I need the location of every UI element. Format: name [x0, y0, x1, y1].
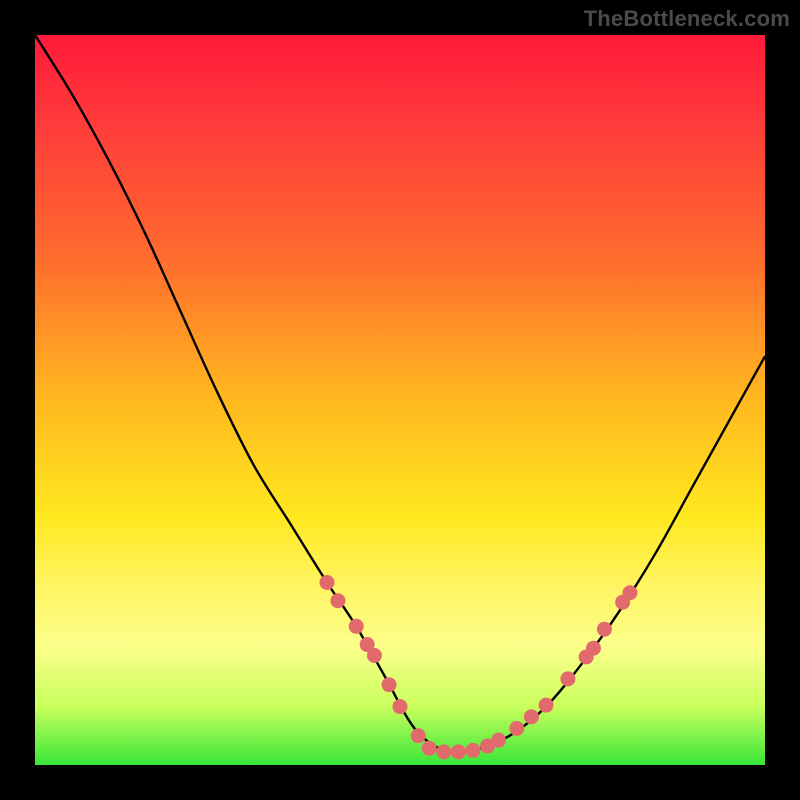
- data-dot: [393, 699, 408, 714]
- data-dot: [466, 743, 481, 758]
- curve-svg: [35, 35, 765, 765]
- bottleneck-curve: [35, 35, 765, 753]
- data-dot: [597, 622, 612, 637]
- data-dot: [422, 741, 437, 756]
- data-dot: [524, 709, 539, 724]
- data-dot: [622, 585, 637, 600]
- data-dot: [586, 641, 601, 656]
- data-dot: [451, 744, 466, 759]
- data-dot: [367, 648, 382, 663]
- watermark-text: TheBottleneck.com: [584, 6, 790, 32]
- data-dot: [539, 698, 554, 713]
- data-dot: [411, 728, 426, 743]
- data-dot: [509, 721, 524, 736]
- data-dot: [349, 619, 364, 634]
- data-dot: [330, 593, 345, 608]
- data-dot: [560, 671, 575, 686]
- curve-dots: [320, 575, 638, 759]
- data-dot: [491, 733, 506, 748]
- data-dot: [320, 575, 335, 590]
- data-dot: [436, 744, 451, 759]
- data-dot: [382, 677, 397, 692]
- plot-area: [35, 35, 765, 765]
- chart-frame: TheBottleneck.com: [0, 0, 800, 800]
